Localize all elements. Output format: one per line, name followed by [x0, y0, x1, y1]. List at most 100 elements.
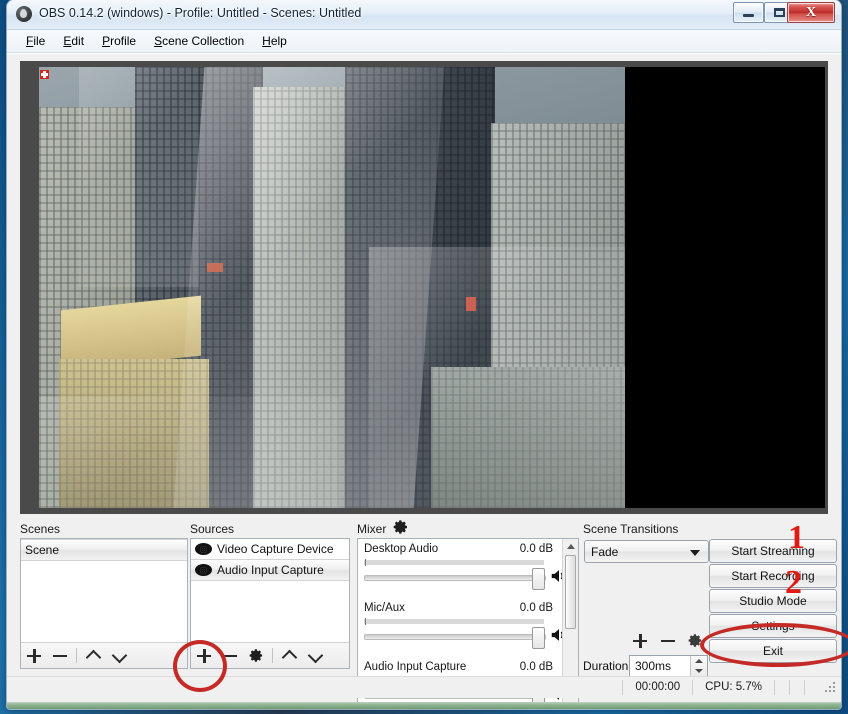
screen: OBS 0.14.2 (windows) - Profile: Untitled…	[0, 0, 848, 714]
recording-timer: 00:00:00	[622, 680, 692, 695]
source-item-label: Audio Input Capture	[217, 563, 324, 577]
minimize-button[interactable]	[733, 2, 764, 23]
menu-scene-collection[interactable]: Scene Collection	[145, 32, 253, 50]
source-properties-button[interactable]	[243, 644, 269, 667]
status-bar: 00:00:00 CPU: 5.7%	[7, 676, 841, 698]
gear-icon	[249, 648, 264, 663]
transitions-dock-title: Scene Transitions	[583, 522, 679, 536]
scenes-toolbar	[21, 642, 187, 668]
mixer-channel-db: 0.0 dB	[519, 602, 553, 614]
chevron-down-icon	[690, 549, 700, 556]
mixer-channel-label: Desktop Audio	[364, 543, 439, 555]
obs-main-window: OBS 0.14.2 (windows) - Profile: Untitled…	[7, 0, 841, 709]
move-scene-down-button[interactable]	[106, 644, 132, 667]
button-label: Settings	[751, 619, 795, 633]
mixer-volume-slider[interactable]	[364, 568, 546, 590]
mixer-channel-db: 0.0 dB	[519, 661, 553, 673]
minus-icon	[53, 649, 67, 663]
menu-file[interactable]: File	[17, 32, 54, 50]
scroll-up-arrow-icon[interactable]	[563, 539, 578, 553]
start-streaming-button[interactable]: Start Streaming	[709, 539, 837, 563]
preview-canvas[interactable]	[39, 67, 625, 508]
move-scene-up-button[interactable]	[80, 644, 106, 667]
status-spacer	[804, 680, 819, 695]
status-spacer	[774, 680, 789, 695]
mixer-settings-gear-icon[interactable]	[393, 519, 408, 534]
mixer-channel-db: 0.0 dB	[519, 543, 553, 555]
title-bar: OBS 0.14.2 (windows) - Profile: Untitled…	[7, 0, 841, 30]
button-label: Start Recording	[731, 569, 815, 583]
resize-grip[interactable]	[819, 680, 841, 695]
add-source-button[interactable]	[191, 644, 217, 667]
chevron-down-icon	[113, 649, 126, 662]
preview-area[interactable]	[20, 61, 828, 514]
eye-icon[interactable]	[195, 543, 212, 555]
scenes-dock-title: Scenes	[20, 522, 61, 536]
window-title: OBS 0.14.2 (windows) - Profile: Untitled…	[39, 6, 362, 20]
menu-bar: File Edit Profile Scene Collection Help	[7, 30, 841, 53]
mixer-channel: Mic/Aux 0.0 dB	[358, 602, 578, 652]
transition-select[interactable]: Fade	[584, 540, 709, 563]
mixer-channel: Desktop Audio 0.0 dB	[358, 543, 578, 593]
move-source-up-button[interactable]	[276, 644, 302, 667]
chevron-down-icon	[309, 649, 322, 662]
eye-icon[interactable]	[195, 564, 212, 576]
plus-icon	[27, 648, 41, 663]
studio-mode-button[interactable]: Studio Mode	[709, 589, 837, 613]
add-scene-button[interactable]	[21, 644, 47, 667]
menu-help[interactable]: Help	[253, 32, 296, 50]
transition-properties-button[interactable]	[682, 629, 708, 652]
chevron-up-icon	[87, 649, 100, 662]
close-icon: X	[805, 5, 817, 20]
minimize-icon	[734, 3, 763, 22]
sources-toolbar	[191, 642, 349, 668]
preview-letterbox	[625, 67, 825, 508]
sources-dock-title: Sources	[190, 522, 235, 536]
cpu-usage: CPU: 5.7%	[692, 680, 774, 695]
scene-item-label: Scene	[25, 543, 60, 557]
source-item-label: Video Capture Device	[217, 542, 334, 556]
button-label: Studio Mode	[739, 594, 807, 608]
settings-button[interactable]: Settings	[709, 614, 837, 638]
menu-profile[interactable]: Profile	[93, 32, 145, 50]
mixer-volume-slider[interactable]	[364, 627, 546, 649]
mixer-level-meter	[364, 559, 544, 566]
source-list-item[interactable]: Audio Input Capture	[191, 559, 349, 581]
plus-icon	[197, 648, 211, 663]
source-list-item[interactable]: Video Capture Device	[191, 539, 349, 559]
toolbar-divider	[272, 648, 273, 663]
mixer-channel-label: Mic/Aux	[364, 602, 405, 614]
add-transition-button[interactable]	[627, 629, 653, 652]
scene-list-item[interactable]: Scene	[21, 539, 187, 561]
move-source-down-button[interactable]	[302, 644, 328, 667]
toolbar-divider	[76, 648, 77, 663]
duration-input[interactable]: 300ms	[629, 655, 708, 677]
minus-icon	[661, 634, 675, 648]
sources-panel: Video Capture Device Audio Input Capture	[190, 538, 350, 669]
stepper-up-icon[interactable]	[691, 656, 707, 666]
scenes-panel: Scene	[20, 538, 188, 669]
close-button[interactable]: X	[787, 2, 835, 23]
status-spacer	[789, 680, 804, 695]
mixer-level-meter	[364, 618, 544, 625]
start-recording-button[interactable]: Start Recording	[709, 564, 837, 588]
stepper-down-icon[interactable]	[691, 666, 707, 676]
red-source-handle	[40, 70, 49, 79]
exit-button[interactable]: Exit	[709, 639, 837, 663]
mixer-channel-label: Audio Input Capture	[364, 661, 467, 673]
duration-stepper[interactable]	[690, 656, 707, 676]
client-area: Scenes Scene Sources Video Capture Devic…	[7, 53, 841, 709]
gear-icon	[688, 633, 703, 648]
remove-scene-button[interactable]	[47, 644, 73, 667]
chevron-up-icon	[283, 649, 296, 662]
transition-selected-label: Fade	[591, 544, 619, 559]
mixer-dock-title: Mixer	[357, 522, 387, 536]
button-label: Exit	[762, 644, 783, 658]
menu-edit[interactable]: Edit	[54, 32, 93, 50]
minus-icon	[223, 649, 237, 663]
plus-icon	[633, 633, 647, 648]
remove-transition-button[interactable]	[655, 629, 681, 652]
remove-source-button[interactable]	[217, 644, 243, 667]
scrollbar-thumb[interactable]	[565, 555, 576, 629]
duration-value: 300ms	[635, 659, 672, 673]
